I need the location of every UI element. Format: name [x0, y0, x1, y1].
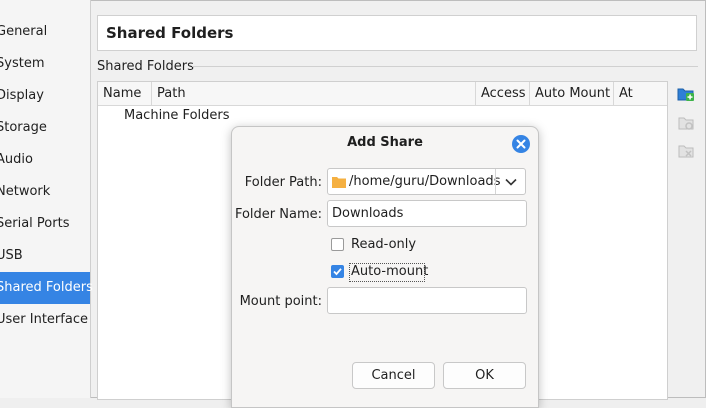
folder-path-dropdown[interactable]	[495, 169, 526, 194]
section-divider	[192, 66, 698, 67]
check-icon	[333, 268, 342, 276]
sidebar-item-system[interactable]: System	[0, 48, 90, 80]
sidebar-item-shared-folders[interactable]: Shared Folders	[0, 272, 93, 304]
folder-name-field[interactable]: Downloads	[327, 200, 527, 227]
automount-label[interactable]: Auto-mount	[351, 264, 428, 279]
sidebar-item-user-interface[interactable]: User Interface	[0, 304, 90, 336]
sidebar-item-label: General	[0, 24, 48, 39]
folder-icon	[332, 177, 346, 188]
readonly-label[interactable]: Read-only	[351, 237, 416, 252]
sidebar-item-label: Network	[0, 184, 51, 199]
cancel-button[interactable]: Cancel	[352, 362, 435, 389]
folder-path-label: Folder Path:	[244, 175, 322, 190]
page-title: Shared Folders	[106, 24, 234, 42]
sidebar-item-display[interactable]: Display	[0, 80, 90, 112]
page-header: Shared Folders	[97, 15, 697, 51]
add-share-icon[interactable]	[676, 84, 696, 104]
column-header-auto-mount[interactable]: Auto Mount	[530, 82, 614, 105]
sidebar-item-general[interactable]: General	[0, 16, 90, 48]
sidebar-item-label: Shared Folders	[0, 280, 93, 295]
sidebar-item-label: System	[0, 56, 45, 71]
chevron-down-icon	[505, 178, 517, 186]
sidebar-item-label: Serial Ports	[0, 216, 70, 231]
dialog-title: Add Share	[347, 135, 423, 150]
close-icon	[516, 139, 526, 149]
ok-button[interactable]: OK	[443, 362, 526, 389]
sidebar-item-audio[interactable]: Audio	[0, 144, 90, 176]
sidebar-item-label: Audio	[0, 152, 33, 167]
folder-name-label: Folder Name:	[234, 207, 322, 222]
column-header-path[interactable]: Path	[152, 82, 476, 105]
sidebar-item-serial-ports[interactable]: Serial Ports	[0, 208, 90, 240]
column-header-name[interactable]: Name	[98, 82, 152, 105]
folder-name-value: Downloads	[332, 206, 404, 221]
sidebar-item-network[interactable]: Network	[0, 176, 90, 208]
sidebar-item-label: Storage	[0, 120, 47, 135]
mount-point-label: Mount point:	[239, 294, 322, 309]
table-row[interactable]: Machine Folders	[124, 108, 230, 123]
folder-path-combobox[interactable]: /home/guru/Downloads	[327, 168, 526, 195]
column-header-access[interactable]: Access	[476, 82, 530, 105]
readonly-checkbox[interactable]	[331, 238, 344, 251]
mount-point-field[interactable]	[327, 287, 527, 314]
section-label: Shared Folders	[97, 59, 194, 74]
sidebar-item-label: Display	[0, 88, 44, 103]
remove-share-icon[interactable]	[676, 141, 696, 161]
folder-path-value: /home/guru/Downloads	[349, 174, 501, 189]
close-button[interactable]	[512, 135, 530, 153]
edit-share-icon[interactable]	[676, 113, 696, 133]
add-share-dialog: Add Share Folder Path: /home/guru/Downlo…	[231, 126, 539, 408]
sidebar-item-label: User Interface	[0, 312, 88, 327]
sidebar-item-usb[interactable]: USB	[0, 240, 90, 272]
column-header-at[interactable]: At	[614, 82, 667, 105]
table-header: Name Path Access Auto Mount At	[98, 82, 667, 106]
sidebar-item-storage[interactable]: Storage	[0, 112, 90, 144]
settings-sidebar: General System Display Storage Audio Net…	[0, 0, 93, 398]
automount-checkbox[interactable]	[331, 265, 344, 278]
sidebar-item-label: USB	[0, 248, 23, 263]
